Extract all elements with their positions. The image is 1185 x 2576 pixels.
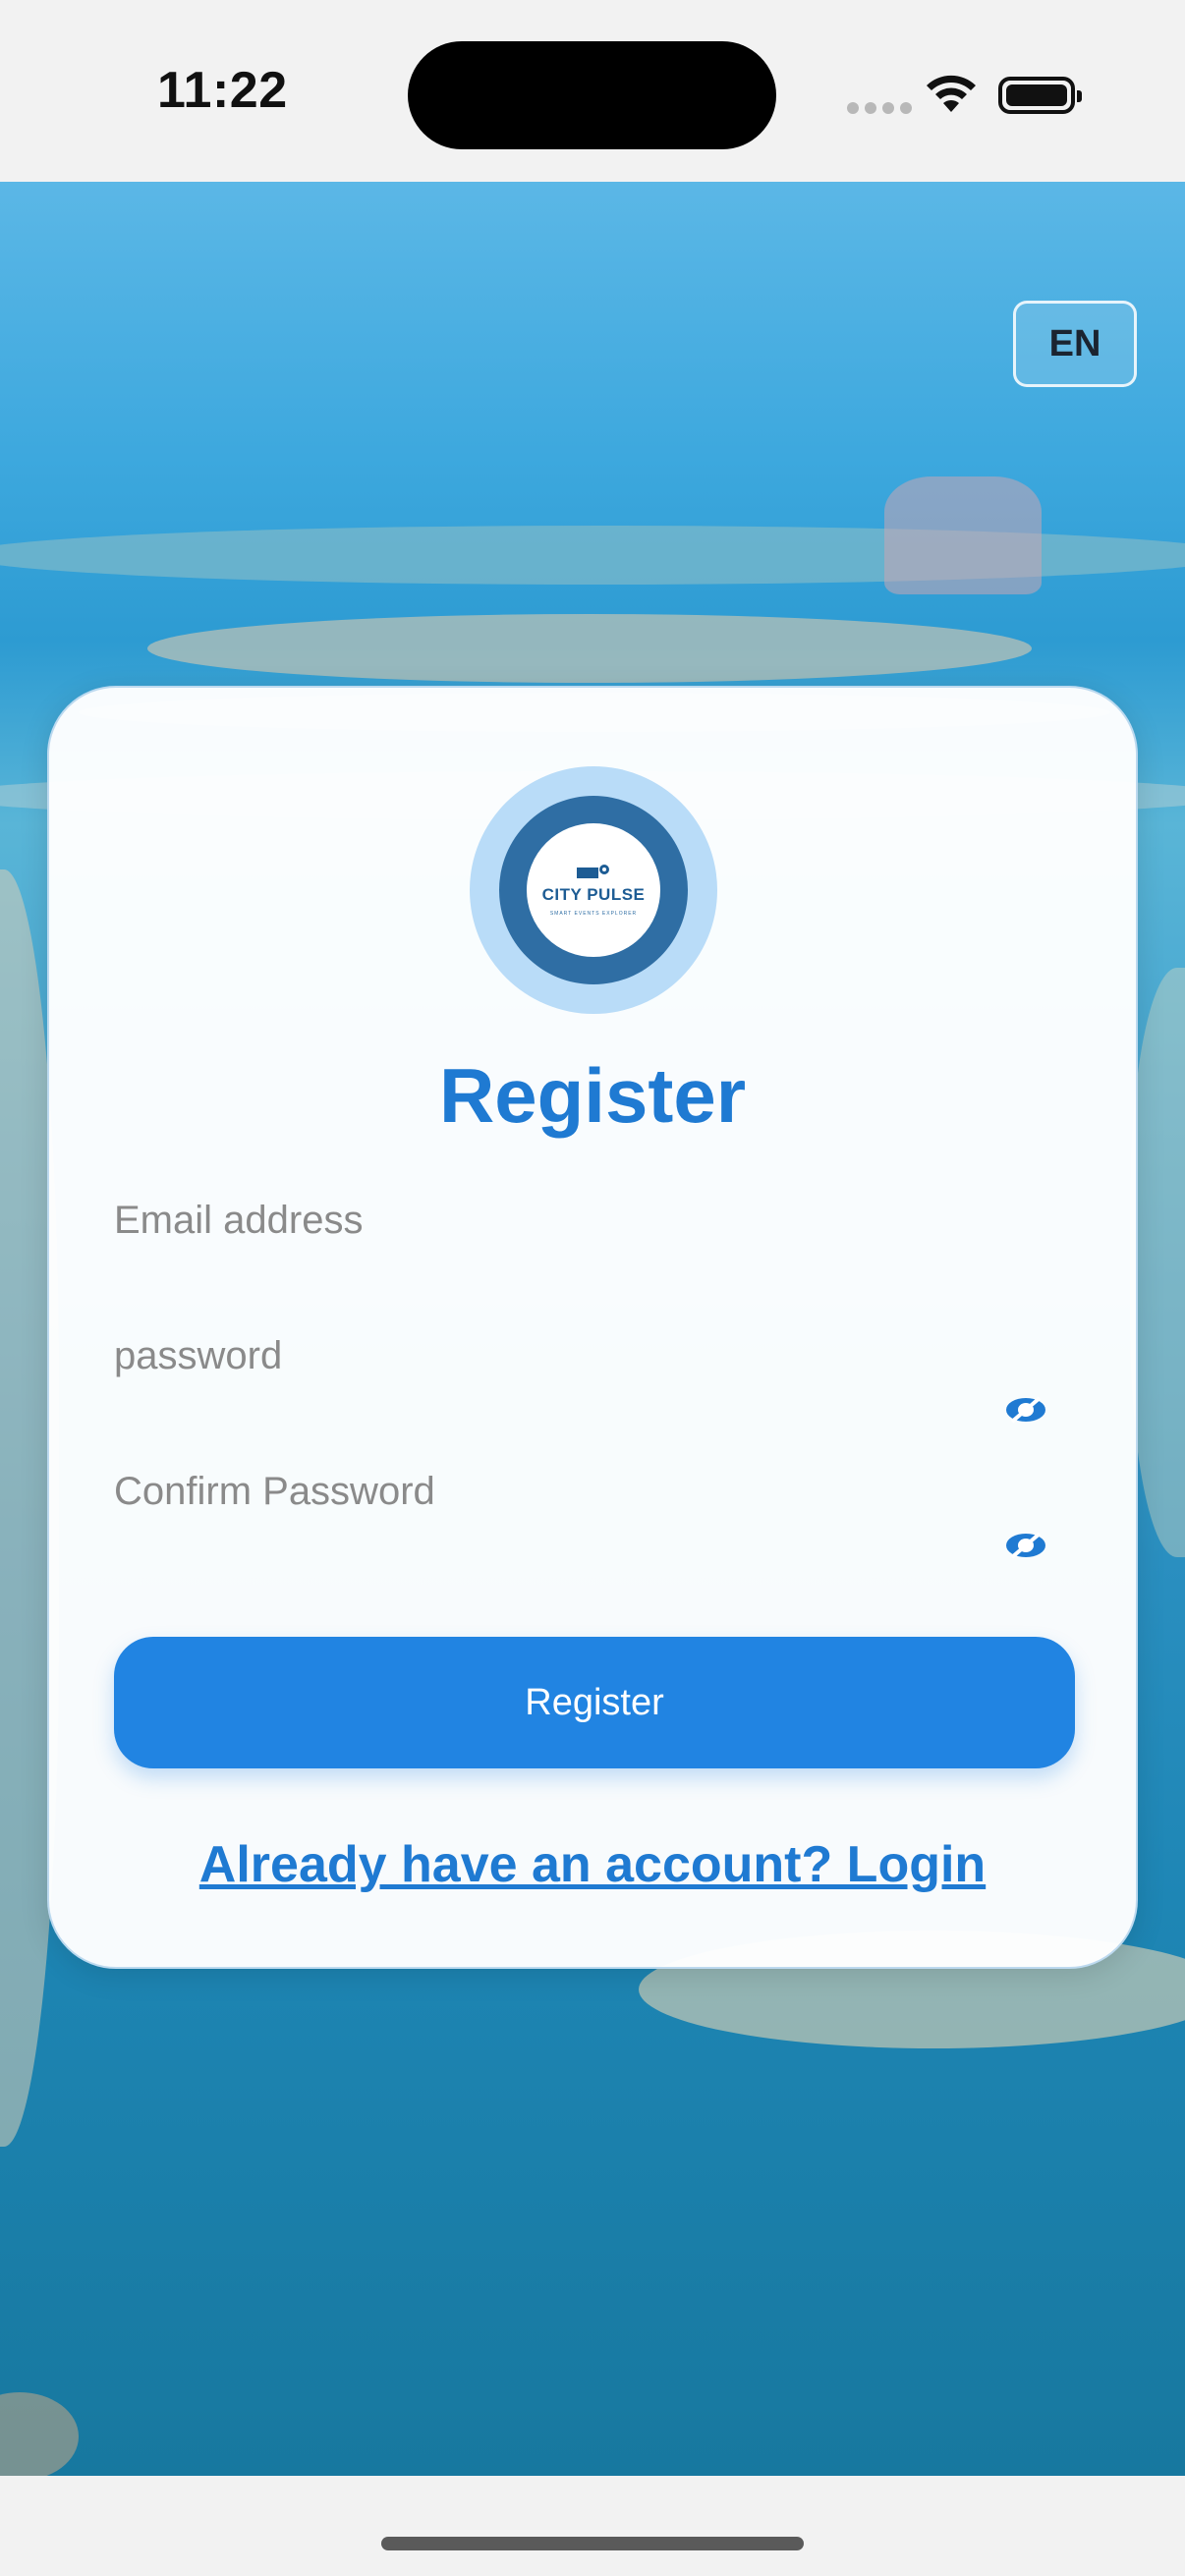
language-button[interactable]: EN bbox=[1013, 301, 1137, 387]
page-title: Register bbox=[438, 1052, 747, 1139]
password-field[interactable]: password bbox=[114, 1334, 1077, 1442]
dynamic-island bbox=[408, 41, 776, 149]
battery-icon bbox=[998, 77, 1082, 114]
eye-slash-icon[interactable] bbox=[1004, 1395, 1047, 1425]
email-placeholder: Email address bbox=[114, 1199, 364, 1242]
app-logo: CITY PULSE SMART EVENTS EXPLORER bbox=[470, 766, 717, 1014]
eye-slash-icon[interactable] bbox=[1004, 1531, 1047, 1560]
password-placeholder: password bbox=[114, 1334, 283, 1377]
cellular-signal-icon bbox=[847, 102, 912, 114]
confirm-password-placeholder: Confirm Password bbox=[114, 1470, 435, 1513]
bus-icon bbox=[577, 865, 609, 878]
logo-tagline: SMART EVENTS EXPLORER bbox=[549, 911, 638, 917]
logo-name: CITY PULSE bbox=[541, 885, 646, 904]
register-card: CITY PULSE SMART EVENTS EXPLORER Registe… bbox=[47, 686, 1138, 1969]
email-field[interactable]: Email address bbox=[114, 1199, 1077, 1267]
confirm-password-field[interactable]: Confirm Password bbox=[114, 1470, 1077, 1578]
status-bar: 11:22 bbox=[0, 0, 1185, 182]
status-time: 11:22 bbox=[157, 62, 288, 119]
register-button[interactable]: Register bbox=[114, 1637, 1075, 1768]
wifi-icon bbox=[927, 75, 976, 112]
home-indicator[interactable] bbox=[381, 2537, 804, 2550]
login-link[interactable]: Already have an account? Login bbox=[49, 1835, 1136, 1894]
